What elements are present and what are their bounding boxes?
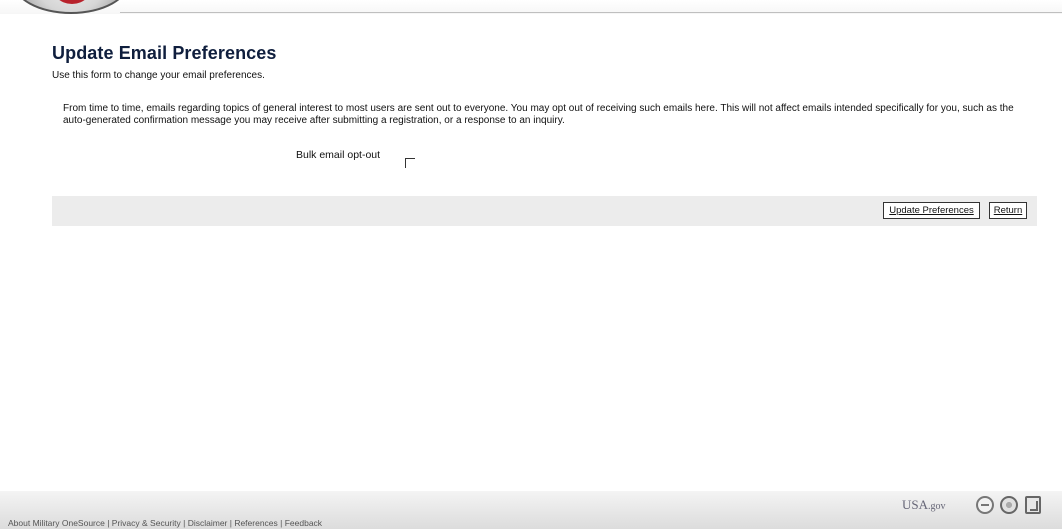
update-preferences-button[interactable]: Update Preferences — [883, 202, 980, 219]
footer-separator: | — [277, 518, 285, 528]
footer-link-references[interactable]: References — [234, 518, 277, 528]
usa-gov-link[interactable]: USA.gov — [902, 497, 946, 513]
bulk-optout-label: Bulk email opt-out — [296, 149, 381, 161]
footer: About Military OneSource | Privacy & Sec… — [0, 491, 1062, 529]
bulk-optout-checkbox[interactable] — [405, 158, 415, 168]
page-subtitle: Use this form to change your email prefe… — [52, 70, 265, 81]
return-button[interactable]: Return — [989, 202, 1027, 219]
footer-link-disclaimer[interactable]: Disclaimer — [188, 518, 228, 528]
usa-gov-main: USA — [902, 497, 929, 512]
page-description: From time to time, emails regarding topi… — [63, 103, 1014, 126]
footer-separator: | — [180, 518, 188, 528]
actions-bar: Update Preferences Return — [52, 196, 1037, 226]
footer-separator: | — [104, 518, 112, 528]
accessibility-icon[interactable] — [1025, 496, 1041, 514]
circle-minus-icon[interactable] — [976, 496, 994, 514]
logo-red-segment — [50, 0, 94, 4]
footer-links: About Military OneSource | Privacy & Sec… — [8, 518, 322, 528]
header-divider — [120, 12, 1062, 13]
page-title: Update Email Preferences — [52, 43, 277, 63]
footer-link-privacy[interactable]: Privacy & Security — [112, 518, 181, 528]
usa-gov-suffix: .gov — [928, 501, 946, 512]
footer-link-feedback[interactable]: Feedback — [285, 518, 322, 528]
footer-link-about[interactable]: About Military OneSource — [8, 518, 105, 528]
seal-icon[interactable] — [1000, 496, 1018, 514]
